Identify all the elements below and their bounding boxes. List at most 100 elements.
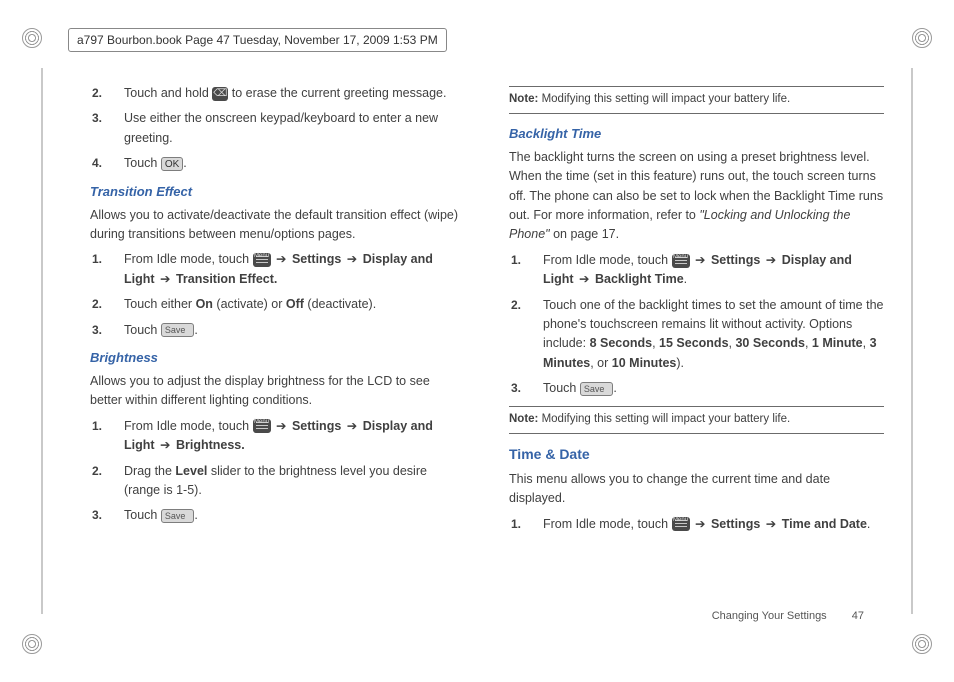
note-text: Modifying this setting will impact your … — [538, 413, 790, 425]
path-brightness: Brightness. — [176, 438, 245, 452]
step-text: . — [867, 517, 870, 531]
step-text: From Idle mode, touch — [543, 253, 672, 267]
note-text: Modifying this setting will impact your … — [538, 93, 790, 105]
step-text-post: . — [183, 156, 186, 170]
step-number: 2. — [511, 296, 521, 315]
step-text: Touch — [543, 381, 580, 395]
step-text: Touch — [124, 156, 161, 170]
note-box-2: Note: Modifying this setting will impact… — [509, 406, 884, 434]
step-number: 1. — [511, 515, 521, 534]
step-1: 1. From Idle mode, touch ➔ Settings ➔ Di… — [537, 251, 884, 290]
step-1: 1. From Idle mode, touch ➔ Settings ➔ Ti… — [537, 515, 884, 534]
arrow-icon: ➔ — [274, 419, 292, 433]
arrow-icon: ➔ — [341, 419, 362, 433]
back-delete-icon — [212, 87, 228, 101]
menu-icon — [253, 253, 271, 267]
path-transition-effect: Transition Effect. — [176, 272, 277, 286]
note-label: Note: — [509, 413, 538, 425]
step-3: 3. Touch Save. — [118, 321, 465, 340]
arrow-icon: ➔ — [574, 272, 595, 286]
arrow-icon: ➔ — [760, 253, 781, 267]
arrow-icon: ➔ — [274, 252, 292, 266]
brightness-intro: Allows you to adjust the display brightn… — [90, 372, 465, 411]
page-header-box: a797 Bourbon.book Page 47 Tuesday, Novem… — [68, 28, 447, 52]
arrow-icon: ➔ — [760, 517, 781, 531]
backlight-intro: The backlight turns the screen on using … — [509, 148, 884, 245]
page: a797 Bourbon.book Page 47 Tuesday, Novem… — [0, 0, 954, 682]
transition-steps: 1. From Idle mode, touch ➔ Settings ➔ Di… — [90, 250, 465, 340]
note-label: Note: — [509, 93, 538, 105]
heading-backlight-time: Backlight Time — [509, 124, 884, 144]
menu-icon — [672, 254, 690, 268]
step-text: Touch — [124, 323, 161, 337]
crop-mark-tl — [22, 28, 42, 48]
step-text: . — [613, 381, 616, 395]
step-text: Touch and hold — [124, 86, 212, 100]
path-settings: Settings — [292, 419, 341, 433]
step-number: 1. — [511, 251, 521, 270]
opt-10m: 10 Minutes — [612, 356, 677, 370]
save-button-icon: Save — [161, 509, 195, 523]
off-label: Off — [286, 297, 304, 311]
step-text: From Idle mode, touch — [543, 517, 672, 531]
footer: Changing Your Settings 47 — [712, 610, 864, 622]
backlight-intro-b: on page 17. — [550, 227, 620, 241]
step-3: 3. Touch Save. — [118, 506, 465, 525]
step-text: . — [194, 508, 197, 522]
step-2: 2. Touch either On (activate) or Off (de… — [118, 295, 465, 314]
brightness-steps: 1. From Idle mode, touch ➔ Settings ➔ Di… — [90, 417, 465, 526]
step-text: Use either the onscreen keypad/keyboard … — [124, 111, 438, 144]
left-column: 2. Touch and hold to erase the current g… — [90, 78, 465, 632]
step-3: 3. Use either the onscreen keypad/keyboa… — [118, 109, 465, 148]
step-number: 2. — [92, 84, 102, 103]
step-number: 3. — [92, 321, 102, 340]
step-text-post: to erase the current greeting message. — [228, 86, 446, 100]
path-settings: Settings — [711, 517, 760, 531]
backlight-steps: 1. From Idle mode, touch ➔ Settings ➔ Di… — [509, 251, 884, 399]
step-number: 2. — [92, 462, 102, 481]
path-backlight-time: Backlight Time — [595, 272, 684, 286]
path-time-date: Time and Date — [782, 517, 867, 531]
crop-mark-tr — [912, 28, 932, 48]
heading-transition-effect: Transition Effect — [90, 182, 465, 202]
content-area: 2. Touch and hold to erase the current g… — [90, 78, 884, 632]
arrow-icon: ➔ — [155, 272, 176, 286]
crop-bar-left — [41, 68, 43, 614]
step-number: 1. — [92, 250, 102, 269]
footer-label: Changing Your Settings — [712, 610, 827, 622]
ok-button-icon: OK — [161, 157, 183, 171]
opt-30s: 30 Seconds — [735, 336, 804, 350]
note-box-1: Note: Modifying this setting will impact… — [509, 86, 884, 114]
step-number: 2. — [92, 295, 102, 314]
arrow-icon: ➔ — [155, 438, 176, 452]
step-1: 1. From Idle mode, touch ➔ Settings ➔ Di… — [118, 250, 465, 289]
step-4: 4. Touch OK. — [118, 154, 465, 173]
step-2: 2. Touch one of the backlight times to s… — [537, 296, 884, 374]
step-1: 1. From Idle mode, touch ➔ Settings ➔ Di… — [118, 417, 465, 456]
step-text: . — [194, 323, 197, 337]
crop-mark-br — [912, 634, 932, 654]
step-text: (deactivate). — [304, 297, 376, 311]
greeting-steps: 2. Touch and hold to erase the current g… — [90, 84, 465, 174]
opt-1m: 1 Minute — [812, 336, 863, 350]
opt-8s: 8 Seconds — [590, 336, 653, 350]
step-text: From Idle mode, touch — [124, 252, 253, 266]
step-2: 2. Drag the Level slider to the brightne… — [118, 462, 465, 501]
step-number: 3. — [92, 506, 102, 525]
step-number: 3. — [511, 379, 521, 398]
crop-mark-bl — [22, 634, 42, 654]
period: . — [684, 272, 687, 286]
transition-intro: Allows you to activate/deactivate the de… — [90, 206, 465, 245]
timedate-intro: This menu allows you to change the curre… — [509, 470, 884, 509]
path-settings: Settings — [711, 253, 760, 267]
step-text: (activate) or — [213, 297, 286, 311]
save-button-icon: Save — [580, 382, 614, 396]
timedate-steps: 1. From Idle mode, touch ➔ Settings ➔ Ti… — [509, 515, 884, 534]
save-button-icon: Save — [161, 323, 195, 337]
arrow-icon: ➔ — [693, 253, 711, 267]
crop-bar-right — [911, 68, 913, 614]
menu-icon — [672, 517, 690, 531]
page-number: 47 — [852, 610, 864, 622]
step-2: 2. Touch and hold to erase the current g… — [118, 84, 465, 103]
step-text: Drag the — [124, 464, 175, 478]
